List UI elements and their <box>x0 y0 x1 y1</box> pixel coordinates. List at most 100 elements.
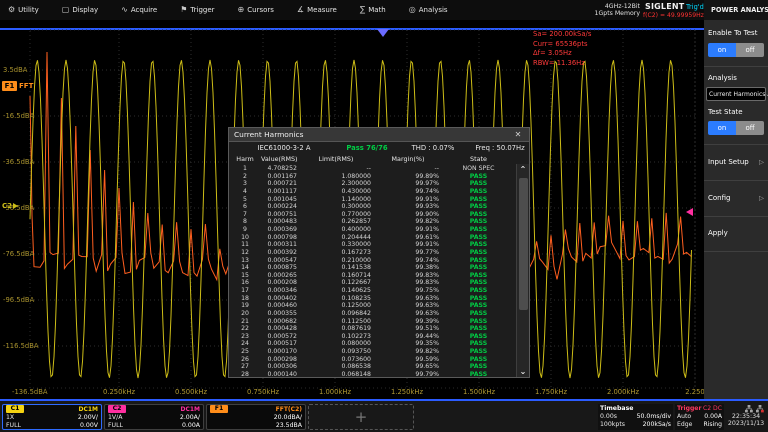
dialog-summary-row: IEC61000-3-2 A Pass 76/76 THD : 0.07% Fr… <box>229 142 529 154</box>
enable-off-button[interactable]: off <box>736 43 764 57</box>
test-off-button[interactable]: off <box>736 121 764 135</box>
display-icon: ▢ <box>62 6 70 14</box>
table-row: 250.0001700.09375099.82%PASS <box>229 348 516 356</box>
table-row: 60.0002240.30000099.93%PASS <box>229 203 516 211</box>
enable-toggle: on off <box>708 43 764 57</box>
c2-coupling: DC1M <box>180 406 200 413</box>
x-axis-label: 2.250 <box>685 388 704 396</box>
standard-label: IEC61000-3-2 A <box>229 144 339 152</box>
table-row: 240.0005170.08000099.35%PASS <box>229 340 516 348</box>
table-row: 70.0007510.77000099.90%PASS <box>229 211 516 219</box>
y-axis-label: -76.5dBA <box>3 250 34 258</box>
table-row: 230.0005720.10227399.44%PASS <box>229 333 516 341</box>
fft-info-line: RBW= 11.36Hz <box>533 59 591 69</box>
clock-box: 22:35:34 2023/11/13 <box>726 404 766 430</box>
touch-lock-icon <box>756 405 764 413</box>
fft-info-line: Δf= 3.05Hz <box>533 49 591 59</box>
c2-badge: C2 <box>108 405 126 413</box>
divider <box>704 251 768 252</box>
menu-item-cursors[interactable]: ⊕Cursors <box>238 6 274 14</box>
freq-value: Freq : 50.07Hz <box>471 144 529 152</box>
close-icon[interactable]: ✕ <box>512 129 524 140</box>
c2-offset-marker[interactable]: C2 <box>2 202 18 210</box>
panel-header[interactable]: POWER ANALYSIS <box>704 0 768 20</box>
acquire-icon: ∿ <box>121 6 128 14</box>
clock-time: 22:35:34 <box>726 413 766 420</box>
spec-line2: 1Gpts Memory <box>592 10 640 17</box>
brand-logo: SIGLENT <box>645 2 684 11</box>
status-bar: C1 DC1M 1X2.00V/ FULL0.00V C2 DC1M 1V/A2… <box>0 401 768 432</box>
menu-item-utility[interactable]: ⚙Utility <box>8 6 39 14</box>
scroll-thumb[interactable] <box>519 178 528 310</box>
apply-item[interactable]: Apply <box>708 229 764 237</box>
power-analysis-panel: POWER ANALYSIS Enable To Test on off Ana… <box>704 0 768 400</box>
table-row: 260.0002980.07360099.59%PASS <box>229 356 516 364</box>
menu-item-math[interactable]: ∑Math <box>360 6 386 14</box>
test-on-button[interactable]: on <box>708 121 736 135</box>
divider <box>704 180 768 181</box>
dialog-title-bar[interactable]: Current Harmonics ✕ <box>229 128 529 142</box>
table-row: 40.0011170.43000099.74%PASS <box>229 188 516 196</box>
table-scrollbar[interactable]: ⌃ ⌄ <box>516 164 529 377</box>
timebase-box[interactable]: Timebase 0.00s50.0ms/div 100kpts200kSa/s <box>598 404 673 430</box>
divider <box>704 144 768 145</box>
fft-info-line: Curr= 65536pts <box>533 40 591 50</box>
analysis-dropdown[interactable]: Current Harmonics ⌄ <box>706 87 766 101</box>
y-axis-label: -16.5dBA <box>3 112 34 120</box>
chevron-right-icon: ▷ <box>759 158 764 166</box>
table-row: 130.0005470.21000099.74%PASS <box>229 257 516 265</box>
trigger-box[interactable]: TriggerC2 DC Auto0.00A EdgeRising <box>675 404 724 430</box>
x-axis-label: 0.750kHz <box>247 388 279 396</box>
harmonics-table: 14.708252----NON SPEC20.0011671.08000099… <box>229 165 516 376</box>
scope-spec: 4GHz-12Bit 1Gpts Memory <box>592 3 640 17</box>
f1-badge: F1 <box>210 405 228 413</box>
cursors-icon: ⊕ <box>238 6 245 14</box>
enable-to-test-label: Enable To Test <box>708 29 757 37</box>
f1-fft-label: FFT <box>19 82 33 90</box>
input-setup-item[interactable]: Input Setup▷ <box>708 158 764 166</box>
test-state-toggle: on off <box>708 121 764 135</box>
column-header: Harm <box>229 155 261 163</box>
table-row: 160.0002080.12266799.83%PASS <box>229 279 516 287</box>
divider <box>704 66 768 67</box>
table-row: 210.0006820.11250099.39%PASS <box>229 318 516 326</box>
add-channel-button[interactable]: + <box>308 404 414 430</box>
menu-item-display[interactable]: ▢Display <box>62 6 98 14</box>
x-axis-label: 0.500kHz <box>175 388 207 396</box>
table-row: 110.0003110.33000099.91%PASS <box>229 241 516 249</box>
spec-line1: 4GHz-12Bit <box>592 3 640 10</box>
table-row: 280.0001400.06814899.79%PASS <box>229 371 516 376</box>
f1-function: FFT(C2) <box>276 406 302 413</box>
math-f1-box[interactable]: F1 FFT(C2) 20.0dBA/ 23.5dBA <box>206 404 306 430</box>
utility-icon: ⚙ <box>8 6 15 14</box>
menu-item-trigger[interactable]: ⚑Trigger <box>180 6 214 14</box>
channel-c1-box[interactable]: C1 DC1M 1X2.00V/ FULL0.00V <box>2 404 102 430</box>
panel-title: POWER ANALYSIS <box>711 6 768 14</box>
table-row: 170.0003460.14062599.75%PASS <box>229 287 516 295</box>
scroll-down-icon[interactable]: ⌄ <box>517 366 529 377</box>
column-header: Margin(%) <box>375 155 441 163</box>
channel-c2-box[interactable]: C2 DC1M 1V/A2.00A/ FULL0.00A <box>104 404 204 430</box>
y-axis-label: -36.5dBA <box>3 158 34 166</box>
y-axis-label: -116.5dBA <box>3 342 39 350</box>
current-harmonics-dialog: Current Harmonics ✕ IEC61000-3-2 A Pass … <box>228 127 530 378</box>
table-row: 20.0011671.08000099.89%PASS <box>229 173 516 181</box>
menu-items: ⚙Utility ▢Display ∿Acquire ⚑Trigger ⊕Cursors… <box>8 0 448 20</box>
scroll-up-icon[interactable]: ⌃ <box>517 164 529 175</box>
trigger-position-icon[interactable] <box>377 29 389 37</box>
enable-on-button[interactable]: on <box>708 43 736 57</box>
frequency-counter-readout: f(C2) = 49.99959Hz <box>643 12 704 19</box>
table-row: 190.0004600.12500099.63%PASS <box>229 302 516 310</box>
table-row: 30.0007212.30000099.97%PASS <box>229 180 516 188</box>
menu-item-analysis[interactable]: ◎Analysis <box>409 6 448 14</box>
table-row: 140.0008750.14153899.38%PASS <box>229 264 516 272</box>
divider <box>704 216 768 217</box>
column-header: Limit(RMS) <box>297 155 375 163</box>
menu-item-acquire[interactable]: ∿Acquire <box>121 6 157 14</box>
f1-trace-marker[interactable]: F1 FFT <box>2 81 33 91</box>
config-item[interactable]: Config▷ <box>708 194 764 202</box>
trigger-level-icon[interactable] <box>686 208 693 216</box>
test-state-label: Test State <box>708 108 743 116</box>
menu-item-measure[interactable]: ∡Measure <box>297 6 337 14</box>
c1-badge: C1 <box>6 405 24 413</box>
